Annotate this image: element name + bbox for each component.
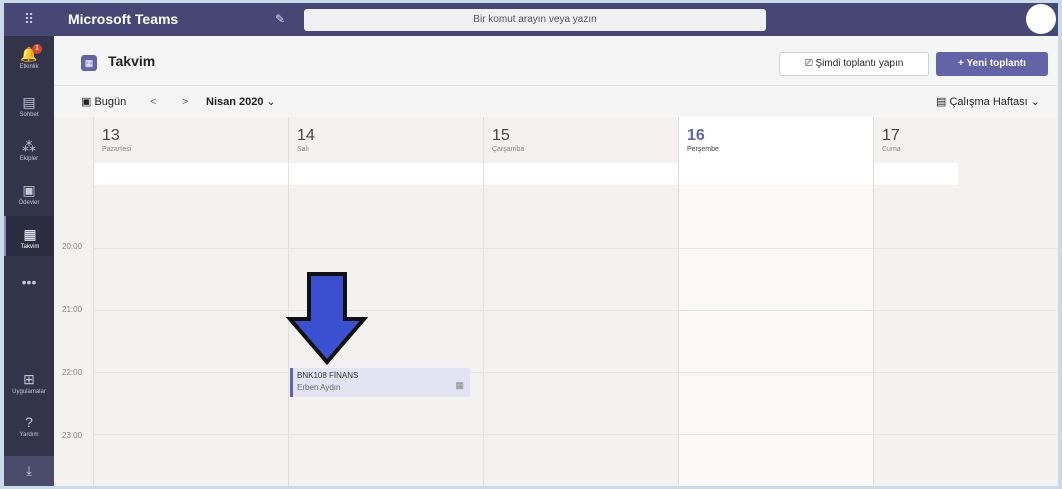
today-column <box>678 185 873 486</box>
calendar-toolbar: ▣ Bugün < > Nisan 2020 ⌄ ▤ Çalışma Hafta… <box>54 87 1058 117</box>
time-label: 22:00 <box>62 368 83 377</box>
rail-item-label: Etkinlik <box>19 64 39 70</box>
column-divider <box>483 117 484 486</box>
teams-window: ⠿ Microsoft Teams ✎ Bir komut arayın vey… <box>4 3 1058 486</box>
rail-item-label: Sohbet <box>19 112 39 118</box>
calendar-icon: ▦ <box>23 226 37 242</box>
calendar-view-icon: ▤ <box>936 96 950 108</box>
chevron-down-icon: ⌄ <box>263 96 276 108</box>
previous-week-button[interactable]: < <box>150 87 156 117</box>
day-header-thursday[interactable]: 16 Perşembe <box>678 117 873 163</box>
new-meeting-label: Yeni toplantı <box>966 58 1026 69</box>
rail-item-apps[interactable]: ⊞ Uygulamalar <box>4 371 54 396</box>
assignments-icon: ▣ <box>22 182 36 198</box>
more-apps-button[interactable]: ••• <box>4 274 54 290</box>
view-switcher[interactable]: ▤ Çalışma Haftası ⌄ <box>936 87 1040 117</box>
day-name: Çarşamba <box>492 146 525 153</box>
day-header-wednesday[interactable]: 15 Çarşamba <box>483 117 678 163</box>
calendar-event[interactable]: BNK108 FİNANS Erben Aydın ▦ <box>290 368 470 397</box>
day-header-friday[interactable]: 17 Cuma <box>873 117 1058 163</box>
meet-now-button[interactable]: ⎚ Şimdi toplantı yapın <box>779 52 929 76</box>
rail-item-help[interactable]: ? Yardım <box>4 414 54 439</box>
hour-line <box>93 248 1058 249</box>
day-number: 17 <box>882 127 900 144</box>
download-icon: ⤓ <box>26 463 32 478</box>
rail-item-label: Yardım <box>19 432 39 438</box>
left-rail: 🔔 1 Etkinlik ▤ Sohbet ⁂ Ekipler ▣ Ödevle… <box>4 36 54 486</box>
search-input[interactable]: Bir komut arayın veya yazın <box>304 9 766 31</box>
time-label: 21:00 <box>62 305 83 314</box>
calendar-grid: 13 Pazartesi 14 Salı 15 Çarşamba 16 Perş… <box>54 117 1058 486</box>
compose-icon[interactable]: ✎ <box>275 3 285 36</box>
avatar[interactable] <box>1026 4 1056 34</box>
down-arrow-icon <box>286 272 368 366</box>
all-day-row[interactable] <box>93 163 958 185</box>
rail-item-teams[interactable]: ⁂ Ekipler <box>4 138 54 163</box>
day-name: Perşembe <box>687 146 719 153</box>
apps-icon: ⊞ <box>23 371 35 387</box>
rail-item-activity[interactable]: 🔔 1 Etkinlik <box>4 44 54 71</box>
help-icon: ? <box>25 414 33 430</box>
month-label: Nisan 2020 <box>206 96 264 108</box>
today-button[interactable]: ▣ Bugün <box>81 87 126 117</box>
time-label: 20:00 <box>62 242 83 251</box>
chevron-down-icon: ⌄ <box>1027 96 1040 108</box>
day-number: 14 <box>297 127 315 144</box>
page-title: Takvim <box>108 53 156 69</box>
hour-line <box>93 372 1058 373</box>
time-label: 23:00 <box>62 431 83 440</box>
month-picker[interactable]: Nisan 2020 ⌄ <box>206 87 276 117</box>
app-title: Microsoft Teams <box>68 11 179 27</box>
day-header-tuesday[interactable]: 14 Salı <box>288 117 483 163</box>
calendar-header: ▦ Takvim ⎚ Şimdi toplantı yapın + Yeni t… <box>54 36 1058 86</box>
rail-item-calendar[interactable]: ▦ Takvim <box>4 216 54 256</box>
chat-icon: ▤ <box>22 94 36 110</box>
new-meeting-button[interactable]: + Yeni toplantı <box>936 52 1048 76</box>
view-label: Çalışma Haftası <box>949 96 1028 108</box>
meet-now-label: Şimdi toplantı yapın <box>815 58 904 69</box>
teams-meeting-icon: ▦ <box>455 380 464 390</box>
hour-line <box>93 434 1058 435</box>
next-week-button[interactable]: > <box>182 87 188 117</box>
rail-item-label: Uygulamalar <box>12 389 46 395</box>
video-camera-icon: ⎚ <box>804 58 816 69</box>
calendar-app-icon: ▦ <box>81 55 97 71</box>
app-launcher-icon[interactable]: ⠿ <box>4 3 54 36</box>
column-divider <box>873 117 874 486</box>
day-number: 15 <box>492 127 510 144</box>
day-name: Salı <box>297 146 310 153</box>
rail-item-label: Ekipler <box>19 156 39 162</box>
rail-item-label: Takvim <box>20 244 40 250</box>
day-name: Cuma <box>882 146 901 153</box>
today-label: Bugün <box>94 96 127 108</box>
notification-badge: 1 <box>32 44 42 54</box>
bell-icon: 🔔 <box>20 46 38 62</box>
teams-icon: ⁂ <box>22 138 36 154</box>
column-divider <box>93 117 94 486</box>
day-name: Pazartesi <box>102 146 132 153</box>
day-number: 13 <box>102 127 120 144</box>
hour-line <box>93 310 1058 311</box>
download-app-button[interactable]: ⤓ <box>4 456 54 486</box>
today-icon: ▣ <box>81 96 95 108</box>
rail-item-assignments[interactable]: ▣ Ödevler <box>4 182 54 207</box>
day-number: 16 <box>687 127 705 144</box>
column-divider <box>678 117 679 486</box>
rail-item-label: Ödevler <box>18 200 40 206</box>
top-bar: ⠿ Microsoft Teams ✎ Bir komut arayın vey… <box>4 3 1058 36</box>
rail-item-chat[interactable]: ▤ Sohbet <box>4 94 54 119</box>
day-header-monday[interactable]: 13 Pazartesi <box>93 117 288 163</box>
event-organizer: Erben Aydın <box>297 383 341 392</box>
event-title: BNK108 FİNANS <box>297 371 359 380</box>
ellipsis-icon: ••• <box>21 274 37 290</box>
